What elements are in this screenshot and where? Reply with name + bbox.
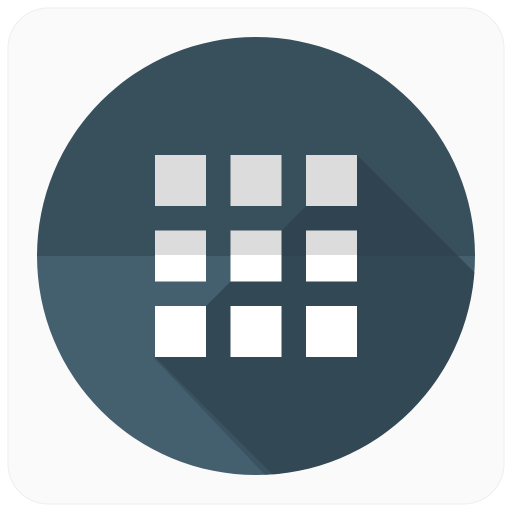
grid-square [230,230,282,282]
grid-square [155,306,206,357]
grid-square [230,306,282,357]
grid-square [155,230,206,282]
icon-canvas [0,0,512,512]
apps-grid-icon [7,7,505,505]
grid-square [155,155,206,206]
grid-squares [155,155,357,357]
grid-square [306,230,357,282]
grid-square [306,155,357,206]
grid-square [306,306,357,357]
grid-square [230,155,282,206]
